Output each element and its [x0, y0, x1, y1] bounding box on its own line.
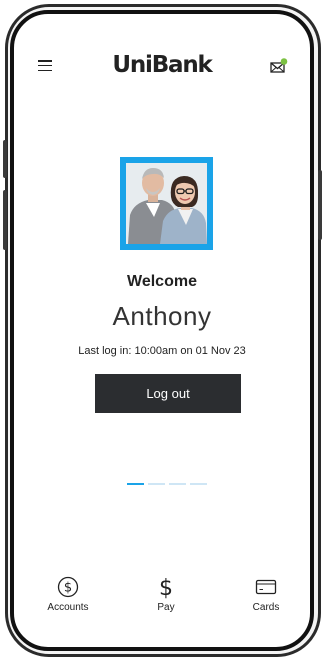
profile-photo-frame [120, 157, 213, 250]
logout-button[interactable]: Log out [95, 374, 241, 413]
dollar-circle-icon: $ [28, 574, 108, 600]
bottom-tab-bar: $ Accounts $ Pay Cards [14, 574, 310, 624]
tab-pay-label: Pay [157, 602, 175, 613]
page-indicator-dot[interactable] [169, 483, 186, 485]
page-indicator [127, 483, 207, 485]
tab-cards-label: Cards [252, 602, 280, 613]
user-name: Anthony [112, 301, 212, 331]
notification-dot [280, 58, 288, 65]
tab-accounts[interactable]: $ Accounts [28, 574, 108, 613]
page-indicator-dot[interactable] [148, 483, 165, 485]
tab-accounts-label: Accounts [47, 602, 89, 613]
dollar-icon: $ [126, 574, 206, 600]
page-indicator-dot[interactable] [127, 483, 144, 485]
welcome-heading: Welcome [127, 273, 197, 290]
phone-side-button [318, 170, 322, 240]
tab-cards[interactable]: Cards [226, 574, 306, 613]
card-icon [226, 574, 306, 600]
phone-side-button [3, 140, 7, 178]
phone-side-button [3, 190, 7, 250]
last-login-text: Last log in: 10:00am on 01 Nov 23 [78, 345, 246, 357]
svg-text:$: $ [159, 576, 173, 599]
page-indicator-dot[interactable] [190, 483, 207, 485]
unibank-logo: UniBank [112, 52, 212, 78]
tab-pay[interactable]: $ Pay [126, 574, 206, 613]
profile-photo [126, 163, 207, 244]
app-header: UniBank [14, 52, 310, 80]
mail-icon[interactable] [270, 58, 288, 74]
svg-text:$: $ [64, 581, 72, 596]
app-screen: UniBank Welcome Anthony Last log in: 10:… [10, 10, 314, 651]
